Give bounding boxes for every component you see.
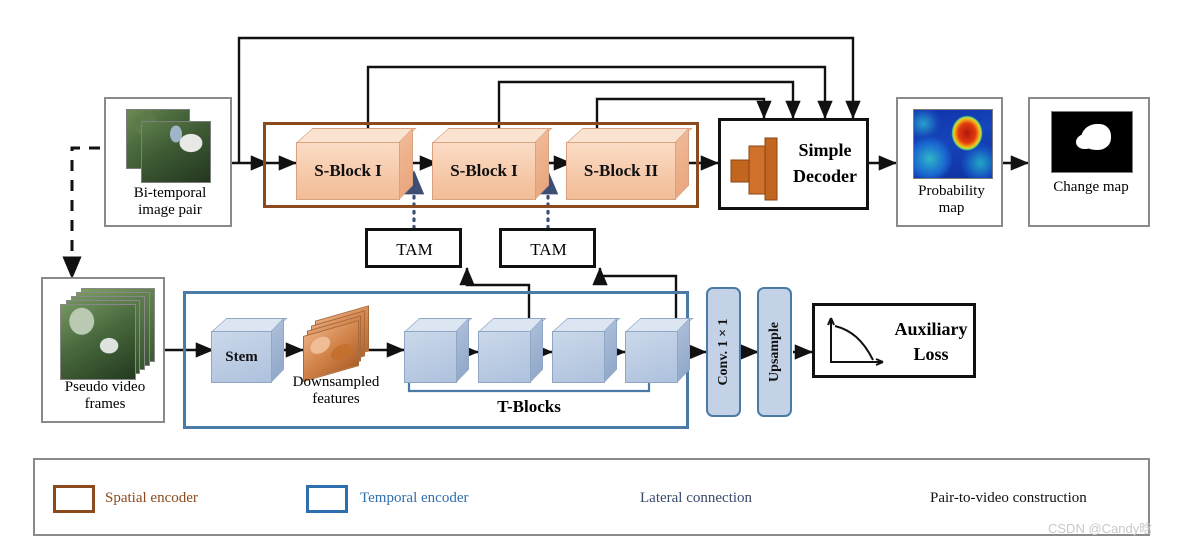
downsampled-features-caption: Downsampled features	[268, 374, 404, 408]
bitemporal-caption-line2: image pair	[138, 202, 202, 218]
stem-block[interactable]: Stem	[211, 317, 288, 383]
s-block-top-face	[566, 128, 693, 143]
legend-swatch-spatial	[53, 485, 95, 513]
bitemporal-input-panel: Bi-temporal image pair	[104, 97, 232, 227]
auxiliary-loss-label: Auxiliary Loss	[887, 317, 975, 367]
legend-swatch-temporal	[306, 485, 348, 513]
t-block-4[interactable]	[625, 317, 694, 383]
auxiliary-loss-label-line2: Loss	[913, 344, 949, 364]
legend-label-spatial: Spatial encoder	[105, 490, 198, 506]
upsample-label: Upsample	[766, 322, 782, 382]
legend-label-pair-to-video: Pair-to-video construction	[930, 490, 1087, 506]
tam-box-2-label: TAM	[530, 240, 567, 259]
change-map-image	[1051, 111, 1133, 173]
decoder-icon	[730, 137, 778, 201]
t-blocks-group-label: T-Blocks	[497, 397, 561, 416]
legend-label-lateral: Lateral connection	[640, 490, 753, 506]
downsampled-caption-line1: Downsampled	[292, 374, 380, 390]
probability-map-caption-line1: Probability	[918, 183, 985, 199]
architecture-diagram: Bi-temporal image pair Pseudo video fram…	[0, 0, 1180, 546]
probability-map-caption: Probability map	[898, 183, 1005, 217]
downsampled-caption-line2: features	[312, 391, 360, 407]
probability-map-panel: Probability map	[896, 97, 1003, 227]
auxiliary-loss-label-line1: Auxiliary	[894, 319, 968, 339]
probability-map-image	[913, 109, 993, 179]
s-block-2[interactable]: S-Block I	[432, 127, 553, 200]
downsampled-features-volume	[303, 305, 369, 383]
change-map-caption: Change map	[1053, 179, 1129, 195]
loss-curve-icon	[827, 317, 884, 366]
s-block-1-label: S-Block I	[314, 161, 382, 180]
stem-label: Stem	[225, 348, 258, 365]
s-block-3-label: S-Block II	[583, 161, 659, 180]
legend-label-temporal: Temporal encoder	[360, 490, 469, 506]
conv-1x1-block[interactable]: Conv. 1 × 1	[706, 287, 741, 417]
tam-box-1[interactable]: TAM	[365, 228, 462, 268]
pseudo-video-caption: Pseudo video frames	[43, 379, 167, 413]
pseudo-video-input-panel: Pseudo video frames	[41, 277, 165, 423]
pseudo-video-stack	[55, 288, 155, 380]
simple-decoder-label-line2: Decoder	[793, 166, 857, 186]
tam-box-2[interactable]: TAM	[499, 228, 596, 268]
tam-box-1-label: TAM	[396, 240, 433, 259]
bitemporal-image-front	[141, 121, 211, 183]
s-block-3[interactable]: S-Block II	[566, 127, 693, 200]
t-block-front-face	[404, 331, 457, 383]
bitemporal-caption: Bi-temporal image pair	[106, 185, 234, 219]
t-block-2[interactable]	[478, 317, 547, 383]
probability-map-caption-line2: map	[938, 200, 965, 216]
t-block-front-face	[552, 331, 605, 383]
t-block-front-face	[625, 331, 678, 383]
pseudo-video-caption-line1: Pseudo video	[64, 379, 146, 395]
pseudo-video-caption-line2: frames	[84, 396, 126, 412]
simple-decoder-label: Simple Decoder	[783, 137, 867, 189]
simple-decoder[interactable]: Simple Decoder	[718, 118, 869, 210]
change-map-panel: Change map	[1028, 97, 1150, 227]
bitemporal-caption-line1: Bi-temporal	[133, 185, 207, 201]
upsample-block[interactable]: Upsample	[757, 287, 792, 417]
t-block-3[interactable]	[552, 317, 621, 383]
t-block-front-face	[478, 331, 531, 383]
s-block-1[interactable]: S-Block I	[296, 127, 417, 200]
t-block-1[interactable]	[404, 317, 473, 383]
simple-decoder-label-line1: Simple	[798, 140, 852, 160]
conv-1x1-label: Conv. 1 × 1	[715, 318, 731, 386]
auxiliary-loss-box[interactable]: Auxiliary Loss	[812, 303, 976, 378]
s-block-2-label: S-Block I	[450, 161, 518, 180]
watermark: CSDN @Candy晗	[1048, 521, 1153, 536]
